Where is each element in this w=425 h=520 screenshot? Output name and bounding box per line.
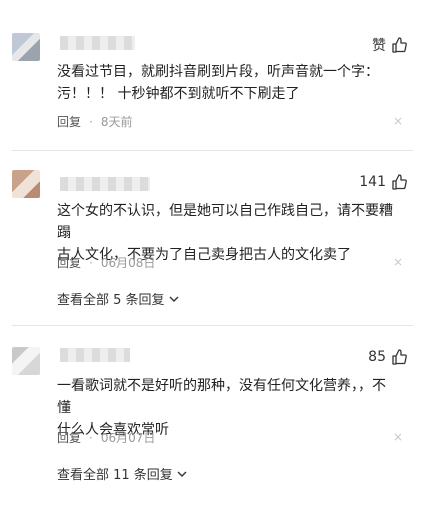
username-blurred[interactable] xyxy=(60,348,130,362)
comment-2: 141 这个女的不认识，但是她可以自己作践自己，请不要糟蹋 古人文化，不要为了自… xyxy=(0,150,425,325)
comment-time: 06月07日 xyxy=(100,431,156,445)
close-icon[interactable]: × xyxy=(393,430,403,444)
like-count: 85 xyxy=(368,349,386,365)
comment-text: 没看过节目，就刷抖音刷到片段，听声音就一个字： 污！！！ 十秒钟都不到就听不下刷… xyxy=(57,64,379,102)
avatar[interactable] xyxy=(12,170,40,198)
comment-time: 06月08日 xyxy=(100,256,156,270)
view-all-replies-link[interactable]: 查看全部 5 条回复 xyxy=(57,289,179,308)
avatar[interactable] xyxy=(12,347,40,375)
like-button[interactable]: 141 xyxy=(359,174,407,190)
avatar[interactable] xyxy=(12,33,40,61)
like-button[interactable]: 85 xyxy=(368,349,407,365)
username-blurred[interactable] xyxy=(60,177,150,191)
reply-button[interactable]: 回复 xyxy=(57,254,81,271)
comment-1: 赞 没看过节目，就刷抖音刷到片段，听声音就一个字： 污！！！ 十秒钟都不到就听不… xyxy=(0,0,425,150)
thumbs-up-icon xyxy=(392,174,407,190)
comment-3: 85 一看歌词就不是好听的那种，没有任何文化营养，，不懂 什么人会喜欢常听 回复… xyxy=(0,325,425,520)
chevron-down-icon xyxy=(169,296,179,302)
thumbs-up-icon xyxy=(392,349,407,365)
thumbs-up-icon xyxy=(392,37,407,53)
comment-time: 8天前 xyxy=(100,115,133,129)
like-button[interactable]: 赞 xyxy=(372,35,407,55)
like-count: 141 xyxy=(359,174,386,190)
close-icon[interactable]: × xyxy=(393,255,403,269)
view-all-replies-link[interactable]: 查看全部 11 条回复 xyxy=(57,464,187,483)
username-blurred[interactable] xyxy=(60,36,135,50)
reply-button[interactable]: 回复 xyxy=(57,113,81,130)
close-icon[interactable]: × xyxy=(393,114,403,128)
chevron-down-icon xyxy=(177,471,187,477)
reply-button[interactable]: 回复 xyxy=(57,429,81,446)
like-count: 赞 xyxy=(372,38,386,54)
